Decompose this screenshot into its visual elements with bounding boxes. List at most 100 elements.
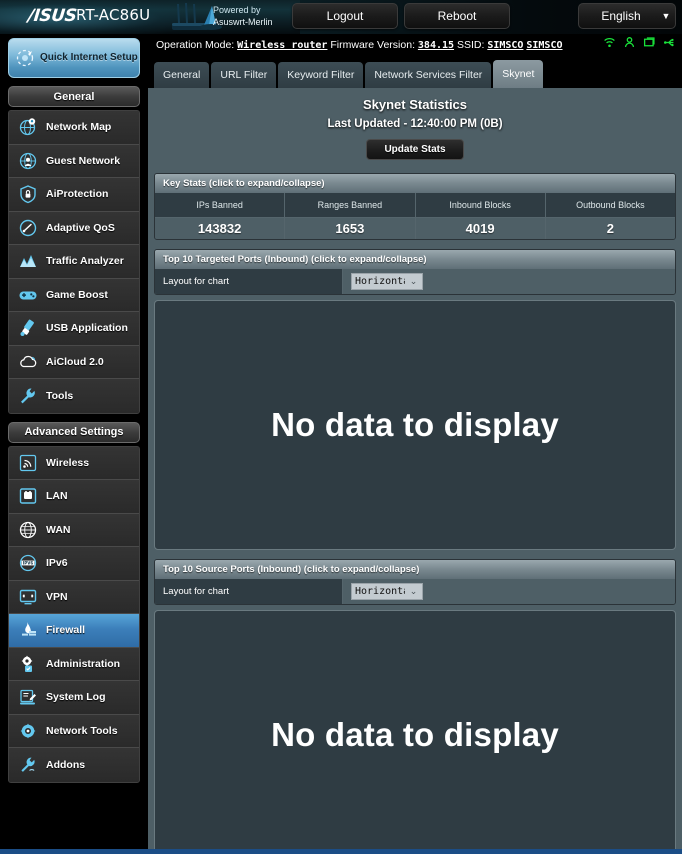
powered-by-line1: Powered by (213, 5, 261, 15)
tab-skynet[interactable]: Skynet (493, 60, 544, 88)
addons-wrench-icon (21, 757, 35, 772)
wifi-icon[interactable] (603, 36, 616, 49)
guest-network-icon (19, 152, 37, 169)
language-selector[interactable]: English ▼ (578, 3, 676, 29)
sidebar-label: IPv6 (46, 557, 68, 570)
router-model-name: RT-AC86U (76, 6, 151, 24)
sidebar-label: Adaptive QoS (46, 221, 115, 234)
source-ports-chart: No data to display (154, 610, 676, 854)
quick-internet-setup-button[interactable]: Quick Internet Setup (8, 38, 140, 78)
sidebar-item-lan[interactable]: LAN (9, 480, 139, 514)
sidebar-label: Network Tools (46, 724, 118, 737)
key-stats-section: Key Stats (click to expand/collapse) IPs… (154, 173, 676, 240)
sidebar-item-system-log[interactable]: System Log (9, 681, 139, 715)
sidebar-label: Traffic Analyzer (46, 255, 124, 268)
targeted-ports-layout-select[interactable]: Horizontal ⌄ (351, 273, 423, 290)
sidebar-item-wireless[interactable]: Wireless (9, 446, 139, 480)
firmware-version-value[interactable]: 384.15 (418, 40, 454, 51)
layout-label: Layout for chart (155, 269, 343, 294)
targeted-ports-chart: No data to display (154, 300, 676, 550)
operation-mode-value[interactable]: Wireless router (237, 40, 327, 51)
stat-value-inbound-blocks: 4019 (415, 217, 545, 239)
column-header: Outbound Blocks (545, 193, 675, 217)
sidebar-menu-advanced: Wireless LAN WAN IPV6 IPv6 VPN Firewall … (8, 445, 140, 783)
table-column: IPs Banned 143832 (155, 193, 286, 239)
key-stats-table: IPs Banned 143832 Ranges Banned 1653 Inb… (155, 193, 675, 239)
powered-by-label: Powered by Asuswrt-Merlin (213, 4, 273, 28)
column-header: IPs Banned (155, 193, 285, 217)
sidebar-item-administration[interactable]: Administration (9, 647, 139, 681)
key-stats-section-header[interactable]: Key Stats (click to expand/collapse) (155, 174, 675, 193)
usb-icon[interactable] (663, 36, 676, 49)
sidebar-item-ipv6[interactable]: IPV6 IPv6 (9, 547, 139, 581)
chevron-down-icon: ⌄ (405, 274, 422, 289)
reboot-button[interactable]: Reboot (404, 3, 510, 29)
sidebar-item-aiprotection[interactable]: AiProtection (9, 178, 139, 212)
sidebar-label: Addons (46, 758, 86, 771)
sidebar-label: System Log (46, 691, 106, 704)
sidebar-menu-general: Network Map Guest Network AiProtection A… (8, 110, 140, 414)
sidebar-label: LAN (46, 490, 68, 503)
column-header: Inbound Blocks (415, 193, 545, 217)
sidebar-item-game-boost[interactable]: Game Boost (9, 278, 139, 312)
firewall-flame-icon (22, 622, 36, 636)
wireless-icon (19, 454, 37, 471)
wrench-icon (21, 388, 35, 404)
top-banner: /ISUS RT-AC86U Powered by Asuswrt-Merlin… (0, 0, 682, 34)
sidebar-item-vpn[interactable]: VPN (9, 580, 139, 614)
skynet-panel: Skynet Statistics Last Updated - 12:40:0… (148, 88, 682, 854)
update-stats-button[interactable]: Update Stats (366, 139, 464, 160)
logout-button[interactable]: Logout (292, 3, 398, 29)
wan-globe-icon (19, 521, 37, 538)
source-ports-section-header[interactable]: Top 10 Source Ports (Inbound) (click to … (155, 560, 675, 579)
gauge-icon (19, 219, 37, 236)
cloud-icon (20, 355, 37, 367)
language-label: English (601, 9, 641, 23)
sidebar-item-traffic-analyzer[interactable]: Traffic Analyzer (9, 245, 139, 279)
sidebar-item-network-map[interactable]: Network Map (9, 111, 139, 145)
os-taskbar[interactable] (0, 849, 682, 854)
status-icon-group (603, 36, 676, 49)
sidebar-label: Network Map (46, 121, 112, 134)
operation-mode-label: Operation Mode: (156, 39, 235, 51)
powered-by-line2: Asuswrt-Merlin (213, 17, 273, 27)
sidebar-label: WAN (46, 523, 71, 536)
chart-empty-message: No data to display (271, 716, 559, 753)
targeted-ports-section-header[interactable]: Top 10 Targeted Ports (Inbound) (click t… (155, 250, 675, 269)
sidebar-label: Tools (46, 389, 74, 402)
column-header: Ranges Banned (285, 193, 415, 217)
svg-text:IPV6: IPV6 (23, 561, 34, 566)
sidebar-item-firewall[interactable]: Firewall (9, 614, 139, 648)
layout-label: Layout for chart (155, 579, 343, 604)
tab-url-filter[interactable]: URL Filter (211, 62, 277, 88)
table-column: Outbound Blocks 2 (545, 193, 675, 239)
source-ports-layout-select[interactable]: Horizontal ⌄ (351, 583, 423, 600)
ssid-label: SSID: (456, 39, 485, 51)
tab-keyword-filter[interactable]: Keyword Filter (278, 62, 364, 88)
tab-general[interactable]: General (154, 62, 210, 88)
sidebar-item-adaptive-qos[interactable]: Adaptive QoS (9, 211, 139, 245)
sidebar-label: Guest Network (46, 154, 121, 167)
sidebar-label: Firewall (46, 624, 86, 637)
monitor-icon[interactable] (643, 36, 656, 49)
table-column: Inbound Blocks 4019 (415, 193, 546, 239)
page-title: Skynet Statistics (362, 97, 468, 112)
last-updated-text: Last Updated - 12:40:00 PM (0B) (327, 118, 503, 130)
tab-network-services-filter[interactable]: Network Services Filter (365, 62, 492, 88)
gamepad-icon (19, 291, 37, 300)
sidebar-item-tools[interactable]: Tools (9, 379, 139, 413)
layout-field: Horizontal ⌄ (343, 579, 675, 604)
sidebar-group-advanced-settings: Advanced Settings (8, 421, 140, 443)
sidebar-item-usb-application[interactable]: USB Application (9, 312, 139, 346)
sidebar-item-network-tools[interactable]: Network Tools (9, 714, 139, 748)
sidebar-item-aicloud[interactable]: AiCloud 2.0 (9, 345, 139, 379)
sidebar-label: USB Application (46, 322, 128, 335)
ssid-value-5g[interactable]: SIMSCO (526, 40, 562, 51)
sidebar-item-wan[interactable]: WAN (9, 513, 139, 547)
ssid-value-24g[interactable]: SIMSCO (487, 40, 523, 51)
layout-field: Horizontal ⌄ (343, 269, 675, 294)
client-icon[interactable] (623, 36, 636, 49)
sidebar-item-addons[interactable]: Addons (9, 748, 139, 782)
chart-empty-message: No data to display (271, 406, 559, 443)
sidebar-item-guest-network[interactable]: Guest Network (9, 144, 139, 178)
